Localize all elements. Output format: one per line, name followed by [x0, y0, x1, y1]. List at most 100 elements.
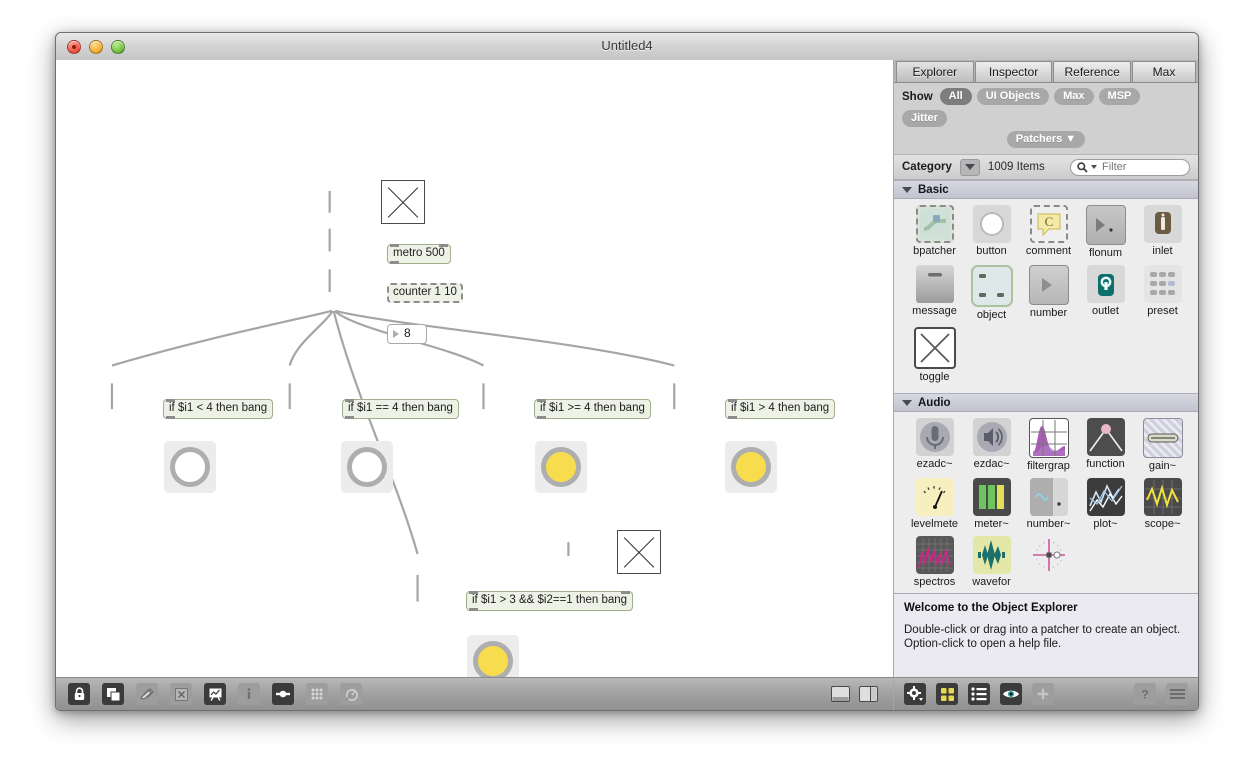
object-if-eq[interactable]: if $i1 == 4 then bang: [342, 399, 459, 419]
bang-circle-icon: [473, 641, 513, 677]
object-cell-pictslider[interactable]: [1020, 536, 1077, 588]
object-label: outlet: [1092, 305, 1119, 317]
tab-max[interactable]: Max: [1132, 61, 1197, 82]
window-title: Untitled4: [601, 38, 653, 53]
filter-pill-msp[interactable]: MSP: [1098, 88, 1141, 105]
object-label: number~: [1026, 518, 1071, 530]
inlet: [537, 399, 546, 402]
object-cell-scope[interactable]: scope~: [1134, 478, 1191, 530]
object-cell-spectroscope[interactable]: spectros: [906, 536, 963, 588]
object-cell-plot[interactable]: plot~: [1077, 478, 1134, 530]
object-if-lt[interactable]: if $i1 < 4 then bang: [163, 399, 274, 419]
show-filter-row: Show All UI Objects Max MSP Jitter Patch…: [894, 83, 1198, 155]
grid-view-icon[interactable]: [936, 683, 958, 705]
object-cell-toggle[interactable]: toggle: [906, 327, 963, 383]
toggle-icon: [913, 327, 956, 369]
signal-probe-icon[interactable]: [204, 683, 226, 705]
object-cell-function[interactable]: function: [1077, 418, 1134, 472]
filter-search-box[interactable]: [1070, 158, 1190, 176]
object-cell-inlet[interactable]: inlet: [1134, 205, 1191, 259]
number-box[interactable]: 8: [387, 324, 427, 344]
object-cell-object[interactable]: object: [963, 265, 1020, 321]
window-titlebar[interactable]: Untitled4: [56, 33, 1198, 61]
category-dropdown-button[interactable]: [959, 158, 980, 176]
object-cell-gain[interactable]: gain~: [1134, 418, 1191, 472]
bang-object[interactable]: [725, 441, 777, 493]
bang-object[interactable]: [341, 441, 393, 493]
section-grid-audio: ezadc~ ezdac~ filtergrap function gain~ …: [894, 412, 1198, 593]
filter-pill-max[interactable]: Max: [1054, 88, 1094, 105]
object-cell-ezdac[interactable]: ezdac~: [963, 418, 1020, 472]
object-cell-meter[interactable]: meter~: [963, 478, 1020, 530]
filter-pill-all[interactable]: All: [939, 88, 972, 105]
tab-explorer[interactable]: Explorer: [896, 61, 974, 82]
section-header-basic[interactable]: Basic: [894, 180, 1198, 199]
add-icon[interactable]: [1032, 683, 1054, 705]
object-label: ezdac~: [973, 458, 1010, 470]
inspector-icon[interactable]: [272, 683, 294, 705]
search-icon: [1077, 161, 1088, 173]
patchers-dropdown[interactable]: Patchers ▼: [1006, 131, 1086, 148]
close-box-icon[interactable]: [170, 683, 192, 705]
search-input[interactable]: [1100, 160, 1182, 174]
info-line-1: Double-click or drag into a patcher to c…: [904, 624, 1181, 636]
presentation-icon[interactable]: [102, 683, 124, 705]
info-icon[interactable]: [238, 683, 260, 705]
help-icon[interactable]: ?: [1134, 683, 1156, 705]
tab-reference[interactable]: Reference: [1053, 61, 1132, 82]
pencils-icon[interactable]: [136, 683, 158, 705]
object-cell-number-tilde[interactable]: number~: [1020, 478, 1077, 530]
object-cell-waveform[interactable]: wavefor: [963, 536, 1020, 588]
lock-icon[interactable]: [68, 683, 90, 705]
filter-pill-jitter[interactable]: Jitter: [902, 110, 947, 127]
inlet: [469, 591, 478, 594]
eye-icon[interactable]: [1000, 683, 1022, 705]
menu-icon[interactable]: [1166, 683, 1188, 705]
object-if-gte[interactable]: if $i1 >= 4 then bang: [534, 399, 651, 419]
object-if-compound[interactable]: if $i1 > 3 && $i2==1 then bang: [466, 591, 634, 611]
object-cell-levelmeter[interactable]: levelmete: [906, 478, 963, 530]
object-if-gt[interactable]: if $i1 > 4 then bang: [725, 399, 836, 419]
preferences-icon[interactable]: [340, 683, 362, 705]
panel-bottom-icon[interactable]: [829, 684, 851, 704]
object-cell-filtergraph[interactable]: filtergrap: [1020, 418, 1077, 472]
inlet: [438, 244, 448, 247]
section-header-audio[interactable]: Audio: [894, 393, 1198, 412]
object-cell-message[interactable]: message: [906, 265, 963, 321]
patcher-window: Untitled4 metro 500 counter 1 10 8 if $i…: [55, 32, 1199, 711]
panel-side-icon[interactable]: [857, 684, 879, 704]
gear-icon[interactable]: [904, 683, 926, 705]
bang-object[interactable]: [164, 441, 216, 493]
object-label: filtergrap: [1027, 460, 1070, 472]
bang-circle-icon: [347, 447, 387, 487]
tab-inspector[interactable]: Inspector: [974, 61, 1053, 82]
object-counter[interactable]: counter 1 10: [387, 283, 463, 303]
patcher-canvas[interactable]: metro 500 counter 1 10 8 if $i1 < 4 then…: [56, 60, 894, 677]
object-metro[interactable]: metro 500: [387, 244, 451, 264]
object-cell-flonum[interactable]: flonum: [1077, 205, 1134, 259]
bang-object[interactable]: [467, 635, 519, 677]
grid-icon[interactable]: [306, 683, 328, 705]
object-cell-outlet[interactable]: outlet: [1077, 265, 1134, 321]
list-view-icon[interactable]: [968, 683, 990, 705]
object-cell-ezadc[interactable]: ezadc~: [906, 418, 963, 472]
object-label: meter~: [974, 518, 1009, 530]
toggle-object[interactable]: [381, 180, 425, 224]
object-label: object: [976, 309, 1007, 321]
filter-pill-ui-objects[interactable]: UI Objects: [976, 88, 1050, 105]
object-text: counter 1 10: [393, 286, 457, 298]
object-label: comment: [1025, 245, 1072, 257]
bang-object[interactable]: [535, 441, 587, 493]
object-label: toggle: [919, 371, 950, 383]
toggle-object[interactable]: [617, 530, 661, 574]
object-text: if $i1 < 4 then bang: [169, 402, 268, 414]
pictslider-icon: [1029, 536, 1068, 574]
function-icon: [1086, 418, 1125, 456]
object-cell-number[interactable]: number: [1020, 265, 1077, 321]
object-cell-preset[interactable]: preset: [1134, 265, 1191, 321]
object-list[interactable]: Basic bpatcher button C comment flonum i…: [894, 180, 1198, 593]
object-cell-button[interactable]: button: [963, 205, 1020, 259]
object-cell-bpatcher[interactable]: bpatcher: [906, 205, 963, 259]
object-cell-comment[interactable]: C comment: [1020, 205, 1077, 259]
search-chevron-icon: [1091, 165, 1097, 169]
